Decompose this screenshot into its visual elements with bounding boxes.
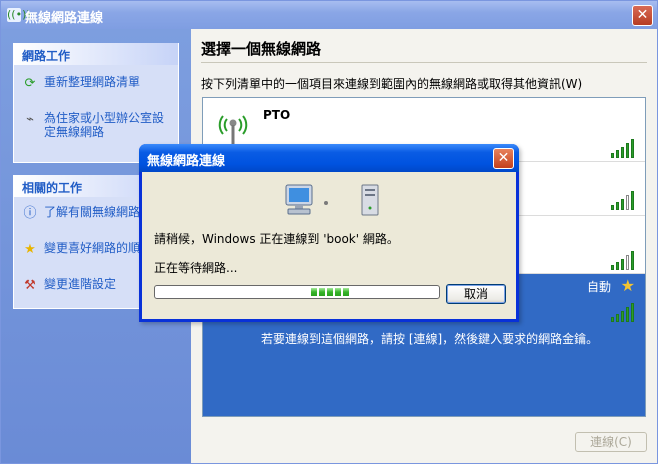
info-icon: ⓘ <box>23 206 37 221</box>
settings-icon: ⚒ <box>24 278 36 293</box>
cancel-button[interactable]: 取消 <box>446 284 506 304</box>
computer-icon <box>285 184 313 215</box>
close-button[interactable]: ✕ <box>632 5 653 26</box>
signal-strength-icon <box>611 302 637 322</box>
progress-chunk <box>327 288 333 296</box>
access-point-icon <box>361 184 379 216</box>
learn-wireless-label: 了解有關無線網路 <box>44 205 141 219</box>
signal-strength-icon <box>611 250 637 270</box>
network-tasks-header[interactable]: 網路工作 <box>14 43 178 65</box>
star-icon: ★ <box>24 242 36 257</box>
antenna-icon <box>218 115 248 144</box>
change-advanced-settings-label: 變更進階設定 <box>44 277 117 291</box>
dialog-body: 請稍候，Windows 正在連線到 'book' 網路。 正在等待網路... 取… <box>142 172 516 322</box>
divider <box>201 62 647 63</box>
progress-chunks <box>311 288 349 296</box>
signal-strength-icon <box>611 138 637 158</box>
window-title: 無線網路連線 <box>25 11 104 26</box>
progress-bar <box>154 285 440 299</box>
progress-chunk <box>335 288 341 296</box>
waiting-status: 正在等待網路... <box>154 261 238 275</box>
setup-wireless-network-label: 為住家或小型辦公室設定無線網路 <box>44 111 165 139</box>
signal-strength-icon <box>611 190 637 210</box>
preferred-star-icon: ★ <box>620 276 635 295</box>
connection-dots-icon <box>324 201 328 205</box>
connecting-message: 請稍候，Windows 正在連線到 'book' 網路。 <box>154 232 399 246</box>
window-titlebar[interactable]: ((•)) 無線網路連線 ✕ <box>1 1 657 29</box>
change-preferred-order-label: 變更喜好網路的順 <box>44 241 141 255</box>
refresh-network-list-label: 重新整理網路清單 <box>44 75 141 89</box>
wireless-icon: ((•)) <box>7 8 31 22</box>
refresh-network-list-link[interactable]: ⟳ 重新整理網路清單 <box>14 69 178 95</box>
refresh-icon: ⟳ <box>24 76 36 91</box>
progress-chunk <box>311 288 317 296</box>
network-name: PTO <box>263 108 291 122</box>
progress-chunk <box>343 288 349 296</box>
wireless-setup-icon: ⌁ <box>26 112 34 127</box>
dialog-titlebar[interactable]: 無線網路連線 ✕ <box>139 144 519 172</box>
instructions-text: 按下列清單中的一個項目來連線到範圍內的無線網路或取得其他資訊(W) <box>201 77 583 91</box>
automatic-badge: 自動 <box>586 280 611 294</box>
dialog-close-button[interactable]: ✕ <box>493 148 514 169</box>
progress-chunk <box>319 288 325 296</box>
setup-wireless-network-link[interactable]: ⌁ 為住家或小型辦公室設定無線網路 <box>14 105 178 145</box>
connect-hint-text: 若要連線到這個網路，請按 [連線]，然後鍵入要求的網路金鑰。 <box>261 332 599 346</box>
page-title: 選擇一個無線網路 <box>201 40 322 58</box>
connect-button[interactable]: 連線(C) <box>575 432 647 452</box>
dialog-title: 無線網路連線 <box>147 154 226 169</box>
connecting-dialog: 無線網路連線 ✕ 請稍候，Windows 正在連線到 'book' 網路。 正在… <box>139 144 519 322</box>
